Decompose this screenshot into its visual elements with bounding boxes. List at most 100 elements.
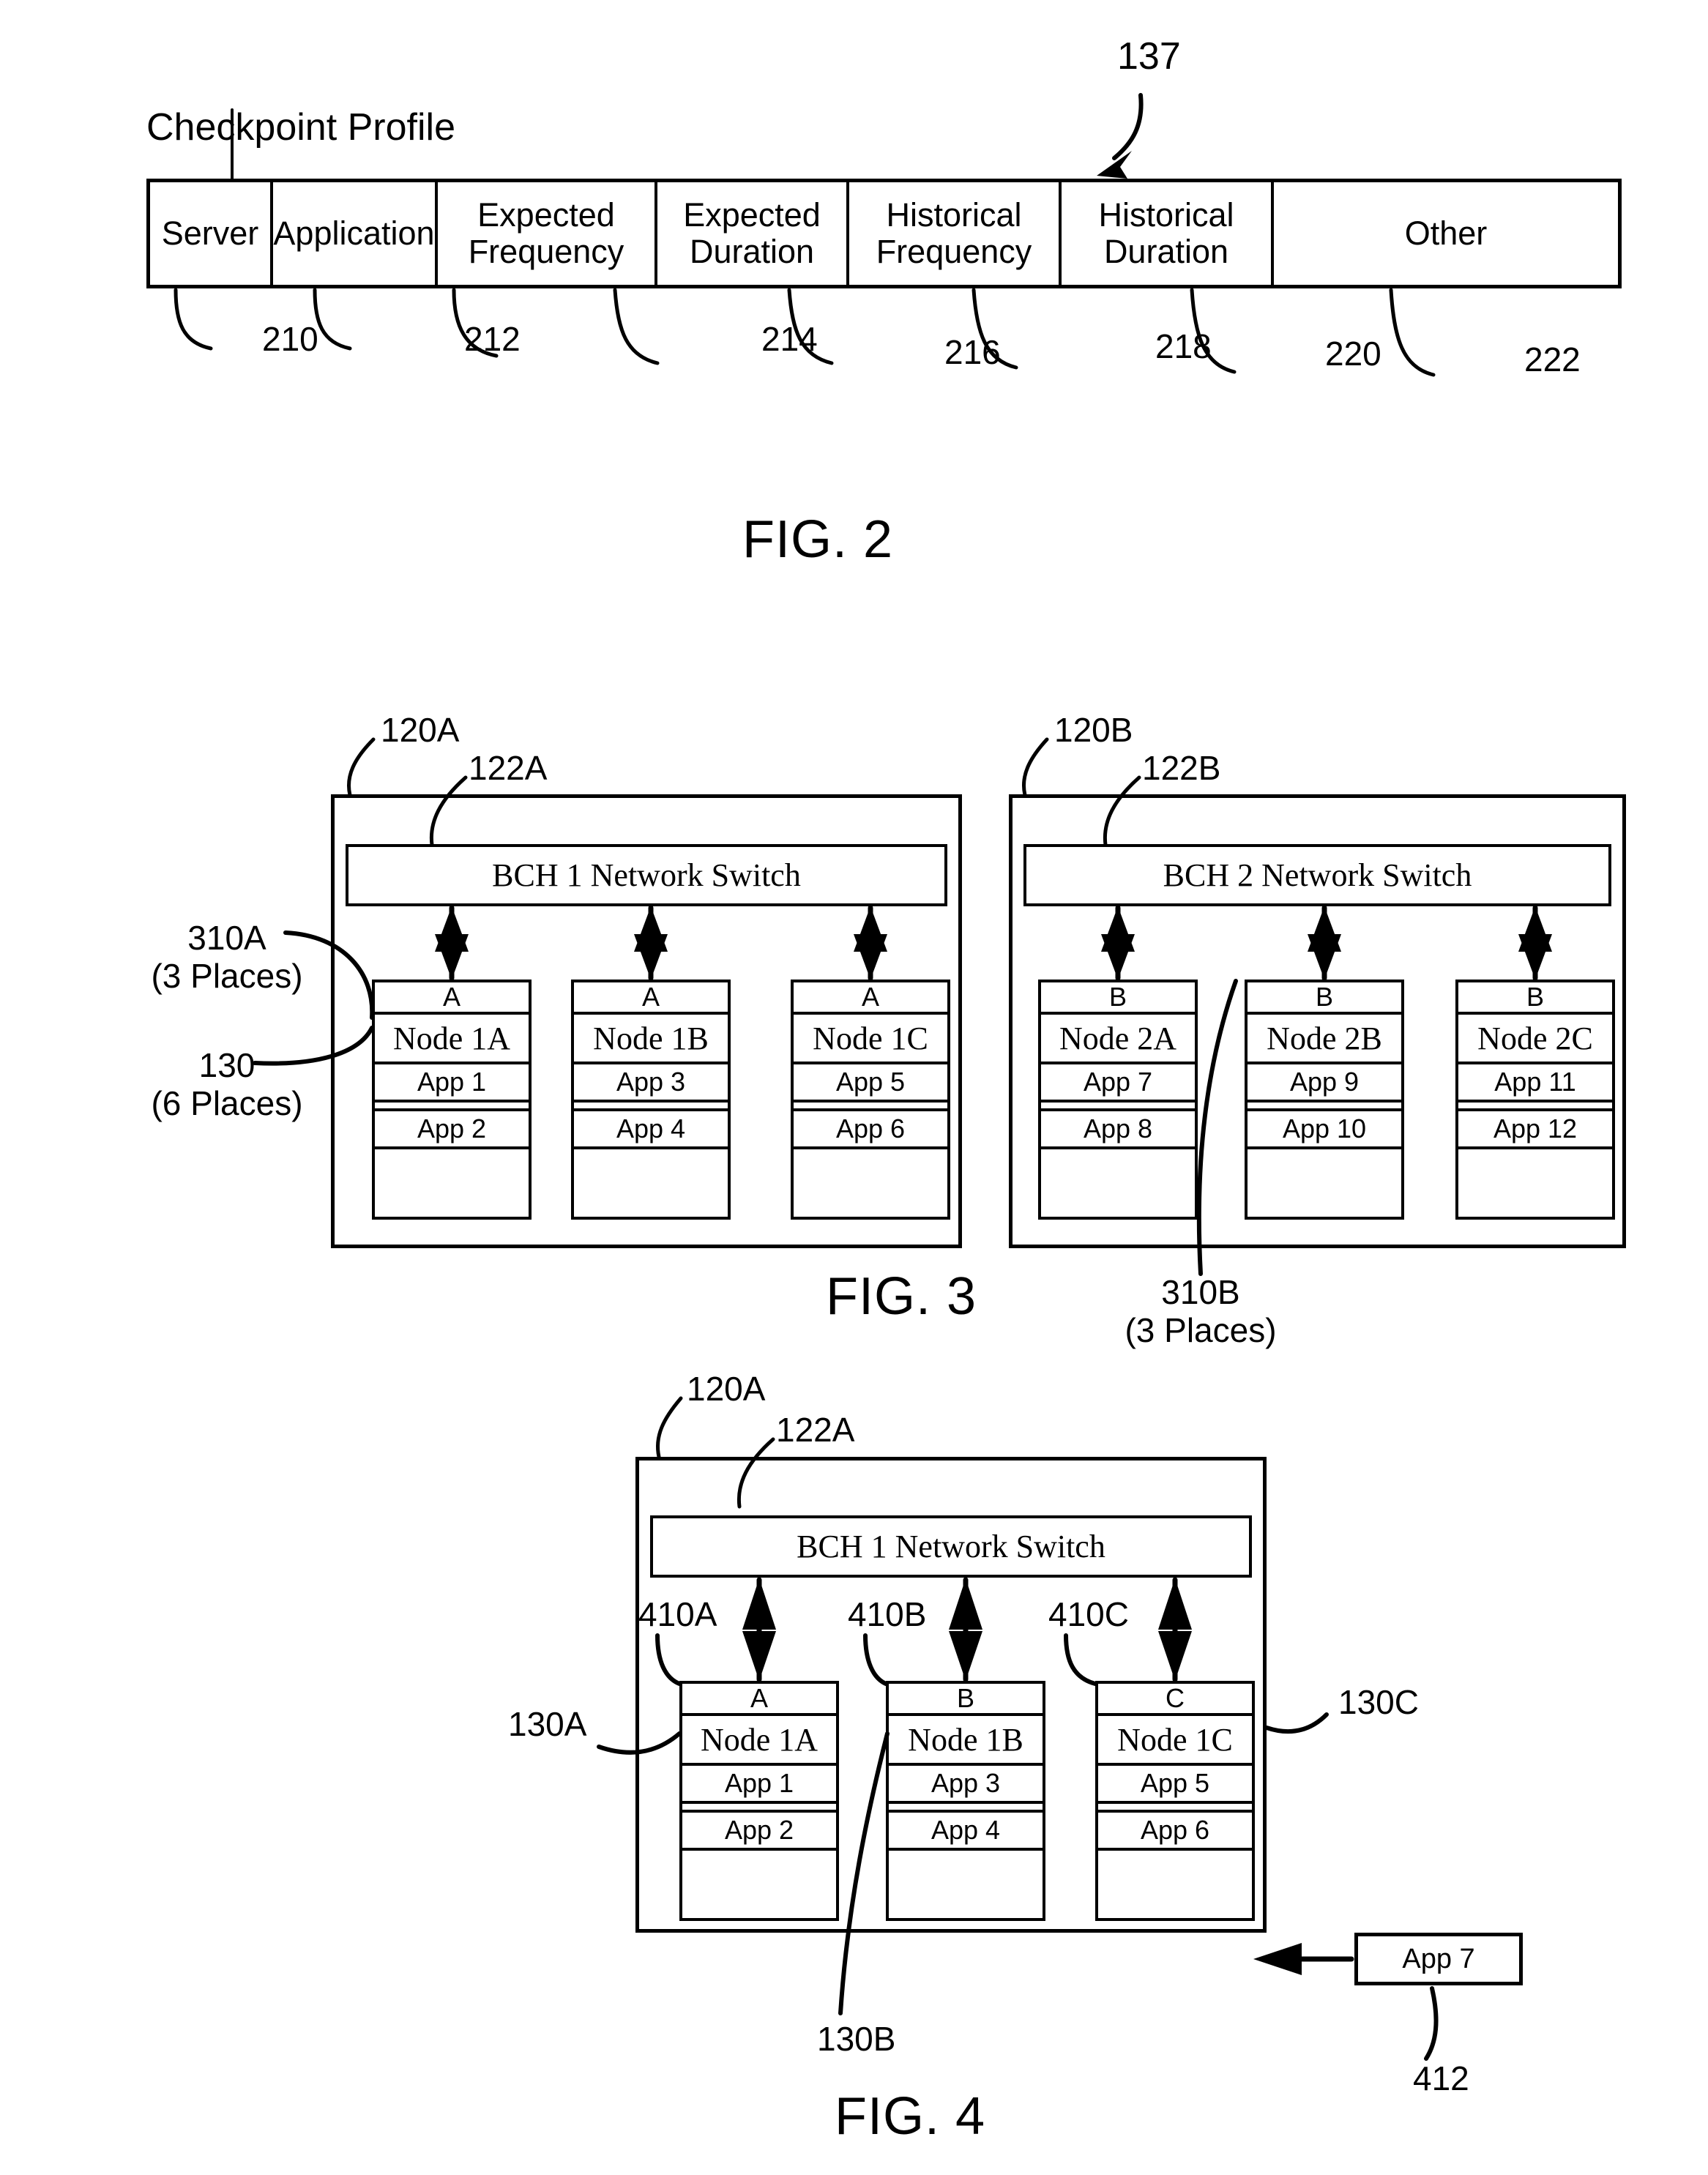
- node-name: Node 1A: [682, 1716, 836, 1766]
- node-name: Node 1B: [574, 1015, 728, 1064]
- fig4-ref-122A: 122A: [776, 1411, 855, 1449]
- node-app: App 1: [682, 1766, 836, 1804]
- node-divider: [794, 1103, 947, 1111]
- patent-drawing-sheet: Checkpoint Profile 137 Server Applicatio…: [0, 0, 1708, 2175]
- node-empty-slot: [1098, 1851, 1252, 1918]
- node-app: App 5: [794, 1064, 947, 1103]
- node-app: App 12: [1458, 1111, 1612, 1149]
- node-header: B: [1041, 982, 1195, 1015]
- fig4-ref-410A: 410A: [638, 1595, 717, 1633]
- leader-120B: [1022, 737, 1049, 797]
- table-cell-server: Server: [150, 182, 273, 285]
- fig3-ref-120A: 120A: [381, 711, 460, 749]
- fig4-node-1B: B Node 1B App 3 App 4: [886, 1681, 1045, 1921]
- leader-120A: [347, 737, 376, 797]
- node-empty-slot: [574, 1149, 728, 1217]
- node-app: App 3: [889, 1766, 1043, 1804]
- node-name: Node 2C: [1458, 1015, 1612, 1064]
- node-app: App 10: [1248, 1111, 1401, 1149]
- fig2-label: FIG. 2: [742, 510, 894, 569]
- node-divider: [574, 1103, 728, 1111]
- node-empty-slot: [682, 1851, 836, 1918]
- node-name: Node 1B: [889, 1716, 1043, 1766]
- fig3-annotation-310B: 310B (3 Places): [1125, 1273, 1277, 1349]
- fig3-ref-122A: 122A: [469, 749, 548, 787]
- node-app: App 1: [375, 1064, 529, 1103]
- fig3-ref-122B: 122B: [1142, 749, 1221, 787]
- node-divider: [682, 1804, 836, 1813]
- node-app: App 9: [1248, 1064, 1401, 1103]
- node-divider: [889, 1804, 1043, 1813]
- fig2-callout-arrowhead: [1097, 151, 1132, 179]
- node-header: A: [574, 982, 728, 1015]
- fig2-ref-220: 220: [1325, 335, 1381, 373]
- fig2-ref-218: 218: [1155, 327, 1212, 365]
- fig2-ref-216: 216: [944, 333, 1001, 371]
- fig2-ref-222: 222: [1524, 340, 1581, 378]
- fig4-ref-120A: 120A: [687, 1370, 766, 1408]
- node-app: App 6: [1098, 1813, 1252, 1851]
- node-divider: [375, 1103, 529, 1111]
- table-cell-expected-frequency: Expected Frequency: [438, 182, 657, 285]
- fig2-ref-210: 210: [262, 320, 318, 358]
- fig3-ref-120B: 120B: [1054, 711, 1133, 749]
- fig3-node-2A: B Node 2A App 7 App 8: [1038, 980, 1198, 1220]
- fig3-node-1C: A Node 1C App 5 App 6: [791, 980, 950, 1220]
- node-header: A: [794, 982, 947, 1015]
- node-header: B: [889, 1683, 1043, 1716]
- fig3-switch-122B: BCH 2 Network Switch: [1023, 844, 1611, 906]
- node-divider: [1458, 1103, 1612, 1111]
- fig3-switch-122A: BCH 1 Network Switch: [346, 844, 947, 906]
- fig3-label: FIG. 3: [826, 1267, 977, 1326]
- fig2-callout-137: 137: [1117, 35, 1181, 78]
- fig3-annotation-310A: 310A (3 Places): [151, 919, 303, 995]
- fig2-ref-214: 214: [761, 320, 818, 358]
- fig4-ref-412: 412: [1413, 2059, 1469, 2097]
- node-app: App 2: [682, 1813, 836, 1851]
- leader-210: [174, 288, 213, 351]
- leader-212: [313, 288, 352, 351]
- fig3-node-2B: B Node 2B App 9 App 10: [1245, 980, 1404, 1220]
- leader-412: [1424, 1986, 1439, 2061]
- table-cell-application: Application: [273, 182, 438, 285]
- fig4-ref-130A: 130A: [508, 1705, 587, 1743]
- node-header: B: [1248, 982, 1401, 1015]
- node-name: Node 1C: [794, 1015, 947, 1064]
- node-app: App 11: [1458, 1064, 1612, 1103]
- node-divider: [1098, 1804, 1252, 1813]
- fig4-switch-122A: BCH 1 Network Switch: [650, 1515, 1252, 1578]
- node-header: A: [375, 982, 529, 1015]
- node-empty-slot: [1248, 1149, 1401, 1217]
- fig4-node-1C: C Node 1C App 5 App 6: [1095, 1681, 1255, 1921]
- node-empty-slot: [1458, 1149, 1612, 1217]
- node-name: Node 2B: [1248, 1015, 1401, 1064]
- node-divider: [1041, 1103, 1195, 1111]
- fig2-callout-arrow: [1112, 93, 1144, 160]
- table-cell-other: Other: [1404, 214, 1488, 252]
- table-cell-historical-frequency: Historical Frequency: [849, 182, 1062, 285]
- node-empty-slot: [1041, 1149, 1195, 1217]
- node-app: App 4: [889, 1813, 1043, 1851]
- fig4-label: FIG. 4: [835, 2087, 986, 2146]
- leader-fig4-120A: [656, 1396, 683, 1459]
- node-name: Node 2A: [1041, 1015, 1195, 1064]
- leader-130C: [1264, 1712, 1329, 1734]
- fig4-ref-130C: 130C: [1338, 1683, 1419, 1721]
- node-empty-slot: [794, 1149, 947, 1217]
- table-cell-historical-duration: Historical Duration: [1062, 182, 1274, 285]
- node-app: App 6: [794, 1111, 947, 1149]
- node-app: App 7: [1041, 1064, 1195, 1103]
- node-app: App 8: [1041, 1111, 1195, 1149]
- node-app: App 3: [574, 1064, 728, 1103]
- fig3-node-1A: A Node 1A App 1 App 2: [372, 980, 532, 1220]
- fig4-incoming-app-box: App 7: [1354, 1933, 1523, 1985]
- node-app: App 4: [574, 1111, 728, 1149]
- leader-222b: [1389, 288, 1436, 377]
- node-header: B: [1458, 982, 1612, 1015]
- node-name: Node 1C: [1098, 1716, 1252, 1766]
- app7-arrowhead: [1253, 1943, 1302, 1975]
- fig3-node-1B: A Node 1B App 3 App 4: [571, 980, 731, 1220]
- node-header: C: [1098, 1683, 1252, 1716]
- fig4-ref-410B: 410B: [848, 1595, 927, 1633]
- table-cell-expected-duration: Expected Duration: [657, 182, 849, 285]
